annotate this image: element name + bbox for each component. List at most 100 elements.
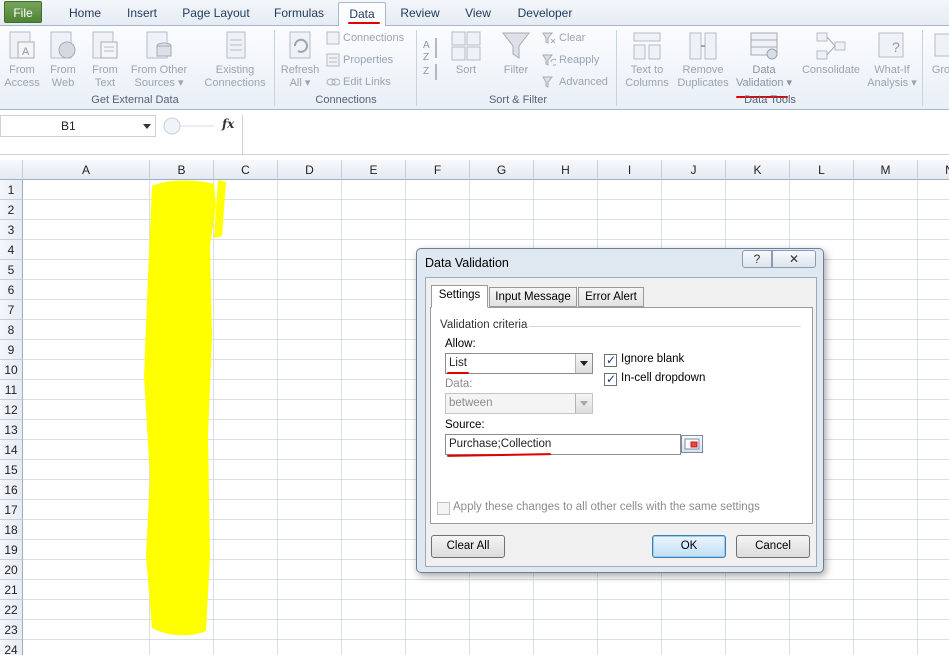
row-header-8[interactable]: 8: [0, 320, 23, 340]
row-header-21[interactable]: 21: [0, 580, 23, 600]
row-header-5[interactable]: 5: [0, 260, 23, 280]
tab-insert[interactable]: Insert: [118, 2, 166, 25]
sort-button[interactable]: Sort: [446, 30, 486, 77]
group-label-get-external: Get External Data: [91, 94, 179, 106]
tab-settings[interactable]: Settings: [431, 285, 488, 308]
column-header-d[interactable]: D: [278, 160, 342, 180]
column-header-l[interactable]: L: [790, 160, 854, 180]
ok-button[interactable]: OK: [652, 535, 726, 558]
tab-review[interactable]: Review: [392, 2, 448, 25]
row-header-23[interactable]: 23: [0, 620, 23, 640]
row-header-18[interactable]: 18: [0, 520, 23, 540]
row-header-7[interactable]: 7: [0, 300, 23, 320]
reapply-button[interactable]: Reapply: [542, 51, 599, 69]
data-validation-button[interactable]: Data Validation ▾: [732, 30, 796, 90]
from-access-button[interactable]: A From Access: [2, 30, 42, 90]
edit-links-button[interactable]: Edit Links: [326, 73, 391, 91]
row-header-14[interactable]: 14: [0, 440, 23, 460]
column-header-e[interactable]: E: [342, 160, 406, 180]
help-button[interactable]: ?: [742, 250, 772, 268]
allow-select[interactable]: List: [445, 353, 593, 374]
row-header-19[interactable]: 19: [0, 540, 23, 560]
from-other-sources-button[interactable]: From Other Sources ▾: [126, 30, 192, 90]
link-icon: [326, 78, 340, 86]
row-header-9[interactable]: 9: [0, 340, 23, 360]
chevron-down-icon[interactable]: [143, 124, 151, 129]
row-header-22[interactable]: 22: [0, 600, 23, 620]
row-header-3[interactable]: 3: [0, 220, 23, 240]
properties-button[interactable]: Properties: [326, 51, 393, 69]
column-header-j[interactable]: J: [662, 160, 726, 180]
from-web-button[interactable]: From Web: [42, 30, 84, 90]
column-header-g[interactable]: G: [470, 160, 534, 180]
column-header-k[interactable]: K: [726, 160, 790, 180]
svg-text:Z: Z: [423, 52, 429, 63]
tab-page-layout[interactable]: Page Layout: [176, 2, 256, 25]
column-header-f[interactable]: F: [406, 160, 470, 180]
chevron-down-icon: [575, 394, 592, 413]
consolidate-button[interactable]: Consolidate: [798, 30, 864, 77]
sort-az-button[interactable]: AZZ: [420, 34, 444, 84]
column-header-m[interactable]: M: [854, 160, 918, 180]
formula-input[interactable]: [242, 115, 949, 155]
tab-error-alert[interactable]: Error Alert: [578, 287, 644, 307]
data-validation-dialog: Data Validation ? ✕ Settings Input Messa…: [416, 248, 824, 573]
from-text-button[interactable]: From Text: [84, 30, 126, 90]
row-header-15[interactable]: 15: [0, 460, 23, 480]
row-header-11[interactable]: 11: [0, 380, 23, 400]
connections-button[interactable]: Connections: [326, 29, 404, 47]
svg-text:A: A: [22, 46, 30, 58]
source-underline: [446, 453, 552, 457]
clear-filter-button[interactable]: Clear: [542, 29, 585, 47]
insert-function-icon[interactable]: fx: [222, 117, 234, 131]
what-if-icon: ?: [878, 32, 904, 58]
row-header-10[interactable]: 10: [0, 360, 23, 380]
row-header-1[interactable]: 1: [0, 180, 23, 200]
tab-view[interactable]: View: [456, 2, 500, 25]
row-header-13[interactable]: 13: [0, 420, 23, 440]
ignore-blank-checkbox[interactable]: [604, 353, 617, 367]
existing-connections-button[interactable]: Existing Connections: [200, 30, 270, 90]
row-header-6[interactable]: 6: [0, 280, 23, 300]
source-input[interactable]: Purchase;Collection: [445, 434, 681, 455]
tab-home[interactable]: Home: [62, 2, 108, 25]
tab-input-message[interactable]: Input Message: [489, 287, 577, 307]
row-header-24[interactable]: 24: [0, 640, 23, 655]
column-header-i[interactable]: I: [598, 160, 662, 180]
row-header-4[interactable]: 4: [0, 240, 23, 260]
column-header-n[interactable]: N: [918, 160, 949, 180]
advanced-filter-icon: [542, 76, 554, 88]
text-to-columns-button[interactable]: Text to Columns: [622, 30, 672, 90]
formula-bar-resizer[interactable]: [160, 115, 214, 137]
row-header-16[interactable]: 16: [0, 480, 23, 500]
cancel-button[interactable]: Cancel: [736, 535, 810, 558]
filter-button[interactable]: Filter: [494, 30, 538, 77]
name-box[interactable]: B1: [0, 115, 156, 137]
svg-text:A: A: [423, 40, 430, 51]
select-all-corner[interactable]: [0, 160, 23, 180]
row-header-12[interactable]: 12: [0, 400, 23, 420]
row-header-2[interactable]: 2: [0, 200, 23, 220]
clear-all-button[interactable]: Clear All: [431, 535, 505, 558]
refresh-all-button[interactable]: Refresh All ▾: [278, 30, 322, 90]
incell-dropdown-checkbox[interactable]: [604, 372, 617, 386]
column-header-h[interactable]: H: [534, 160, 598, 180]
formula-bar: B1 fx: [0, 111, 949, 155]
remove-duplicates-button[interactable]: Remove Duplicates: [674, 30, 732, 90]
group-button[interactable]: Gro: [926, 30, 949, 77]
svg-text:Z: Z: [423, 66, 429, 77]
chevron-down-icon[interactable]: [575, 354, 592, 373]
grid-line: [853, 180, 854, 655]
close-button[interactable]: ✕: [772, 250, 816, 268]
what-if-analysis-button[interactable]: ? What-If Analysis ▾: [866, 30, 918, 90]
tab-developer[interactable]: Developer: [508, 2, 582, 25]
tab-formulas[interactable]: Formulas: [266, 2, 332, 25]
connections-icon: [326, 31, 340, 45]
column-header-a[interactable]: A: [23, 160, 150, 180]
apply-all-checkbox[interactable]: [437, 502, 450, 515]
row-header-17[interactable]: 17: [0, 500, 23, 520]
advanced-filter-button[interactable]: Advanced: [542, 73, 608, 91]
row-header-20[interactable]: 20: [0, 560, 23, 580]
range-select-button[interactable]: [681, 435, 703, 453]
tab-file[interactable]: File: [4, 1, 42, 23]
